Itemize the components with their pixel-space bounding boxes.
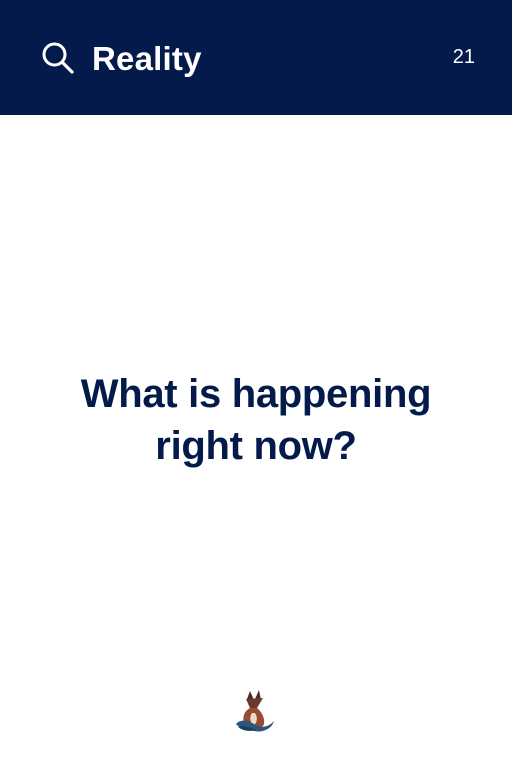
fox-logo-icon (236, 690, 274, 732)
card-count: 21 (452, 46, 475, 68)
search-icon (42, 42, 74, 74)
question-text: What is happening right now? (80, 372, 432, 468)
top-bar: Reality 21 (0, 0, 512, 115)
app-screen: Reality 21 What is happening right now? (0, 0, 512, 768)
category-title: Reality (92, 40, 202, 77)
search-button[interactable] (38, 38, 78, 78)
